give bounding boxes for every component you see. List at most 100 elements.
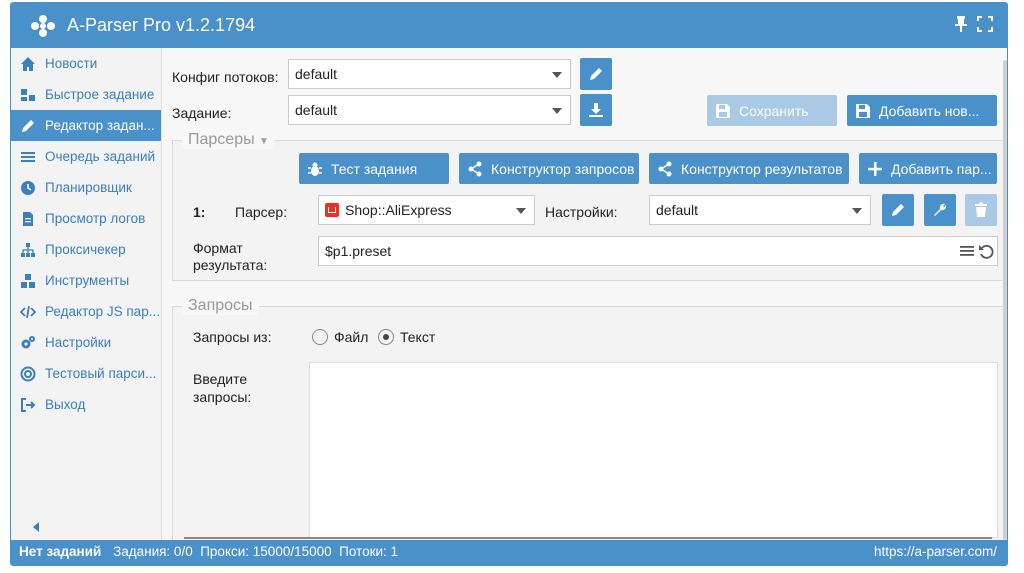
threads-config-label: Конфиг потоков: [172,69,279,85]
gears-icon [19,335,37,351]
sidebar-item-task-queue[interactable]: Очередь заданий [11,141,161,172]
parser-value: Shop::AliExpress [345,202,452,218]
aliexpress-logo-icon [325,203,339,217]
sitemap-icon [19,242,37,258]
wrench-icon [934,203,947,216]
fullscreen-icon[interactable] [977,15,993,33]
sidebar-item-label: Редактор задан... [45,118,155,133]
plus-icon [868,161,882,176]
sidebar-item-quick-task[interactable]: Быстрое задание [11,79,161,110]
sidebar-item-label: Выход [45,397,86,412]
add-new-button[interactable]: Добавить нов... [847,95,997,126]
threads-config-select[interactable]: default [288,59,571,89]
result-format-value: $p1.preset [325,243,392,259]
add-new-button-label: Добавить нов... [879,102,980,119]
sidebar-item-label: Инструменты [45,273,130,288]
sidebar-item-js-editor[interactable]: Редактор JS пар... [11,296,161,327]
sidebar: Новости Быстрое задание Редактор задан..… [11,48,162,541]
title-bar: A-Parser Pro v1.2.1794 [11,3,1007,48]
pin-icon[interactable] [953,15,969,33]
result-format-input[interactable]: $p1.preset [318,236,998,266]
settings-label: Настройки: [545,204,618,220]
trash-icon [975,202,987,217]
sidebar-item-label: Быстрое задание [45,87,155,102]
delete-parser-button[interactable] [965,194,997,226]
test-task-button[interactable]: Тест задания [299,153,449,184]
radio-file[interactable]: Файл [312,329,368,345]
chevron-down-icon [852,208,862,214]
parser-row-index: 1: [193,204,206,220]
enter-queries-label-line2: запросы: [193,389,252,405]
query-builder-button[interactable]: Конструктор запросов [459,153,639,184]
tasks-count: Задания: 0/0 [113,544,193,559]
queries-legend: Запросы [182,297,259,315]
pencil-icon [19,118,37,134]
test-task-label: Тест задания [331,160,418,177]
edit-parser-settings-button[interactable] [882,194,914,226]
sidebar-item-label: Просмотр логов [45,211,146,226]
sidebar-item-logs[interactable]: Просмотр логов [11,203,161,234]
sidebar-item-label: Планировщик [45,180,132,195]
result-builder-button[interactable]: Конструктор результатов [649,153,849,184]
download-task-button[interactable] [580,94,612,126]
sidebar-item-news[interactable]: Новости [11,48,161,79]
sidebar-item-task-editor[interactable]: Редактор задан... [11,110,161,141]
task-editor-panel: Конфиг потоков: default Задание: default… [162,48,1007,541]
sidebar-item-label: Проксичекер [45,242,126,257]
chevron-down-icon: ▼ [259,136,269,147]
query-builder-label: Конструктор запросов [491,160,635,177]
sidebar-item-proxy-checker[interactable]: Проксичекер [11,234,161,265]
pencil-icon [590,68,602,80]
sidebar-item-scheduler[interactable]: Планировщик [11,172,161,203]
add-parser-label: Добавить пар... [891,160,992,177]
sidebar-item-test-parser[interactable]: Тестовый парси... [11,358,161,389]
main-scrollbar[interactable] [1003,60,1007,540]
override-settings-button[interactable] [924,194,956,226]
menu-icon[interactable] [959,243,975,259]
app-window: A-Parser Pro v1.2.1794 Новости Быстрое з… [10,2,1008,566]
queries-textarea[interactable] [309,362,998,538]
home-icon [19,56,37,72]
share-icon [658,161,672,176]
radio-text-label: Текст [400,329,436,345]
sidebar-item-logout[interactable]: Выход [11,389,161,420]
chevron-down-icon [552,108,562,114]
sidebar-item-label: Очередь заданий [45,149,156,164]
floppy-icon [716,103,730,118]
parser-select[interactable]: Shop::AliExpress [318,195,535,225]
result-builder-label: Конструктор результатов [681,160,843,177]
target-icon [19,366,37,382]
enter-queries-label: Введите запросы: [193,370,251,406]
proxies-count: Прокси: 15000/15000 [200,544,332,559]
chevron-down-icon [516,208,526,214]
parser-settings-select[interactable]: default [649,195,871,225]
parsers-legend-label: Парсеры [188,131,255,148]
task-select[interactable]: default [288,95,571,125]
threads-config-value: default [295,66,338,82]
undo-icon[interactable] [978,243,994,259]
parsers-legend[interactable]: Парсеры ▼ [182,131,275,149]
site-link[interactable]: https://a-parser.com/ [874,544,997,559]
sidebar-item-label: Тестовый парси... [45,366,157,381]
result-format-label: Формат результата: [193,240,267,274]
clock-icon [19,180,37,196]
radio-file-label: Файл [334,329,369,345]
radio-text[interactable]: Текст [378,329,435,345]
status-bar: Нет заданий Задания: 0/0 Прокси: 15000/1… [11,540,1007,565]
textarea-bottom-border [184,537,992,539]
edit-threads-config-button[interactable] [580,58,612,90]
a-parser-logo-icon [31,15,55,37]
tasks-icon [19,87,37,103]
list-icon [19,149,37,165]
sidebar-item-settings[interactable]: Настройки [11,327,161,358]
floppy-icon [856,103,870,118]
save-button[interactable]: Сохранить [707,95,837,126]
sidebar-item-label: Редактор JS пар... [45,304,160,319]
add-parser-button[interactable]: Добавить пар... [859,153,997,184]
radio-text-circle [378,329,394,345]
threads-count: Потоки: 1 [339,544,399,559]
collapse-sidebar-icon[interactable] [31,521,41,533]
sidebar-item-tools[interactable]: Инструменты [11,265,161,296]
radio-file-circle [312,329,328,345]
file-icon [19,211,37,227]
